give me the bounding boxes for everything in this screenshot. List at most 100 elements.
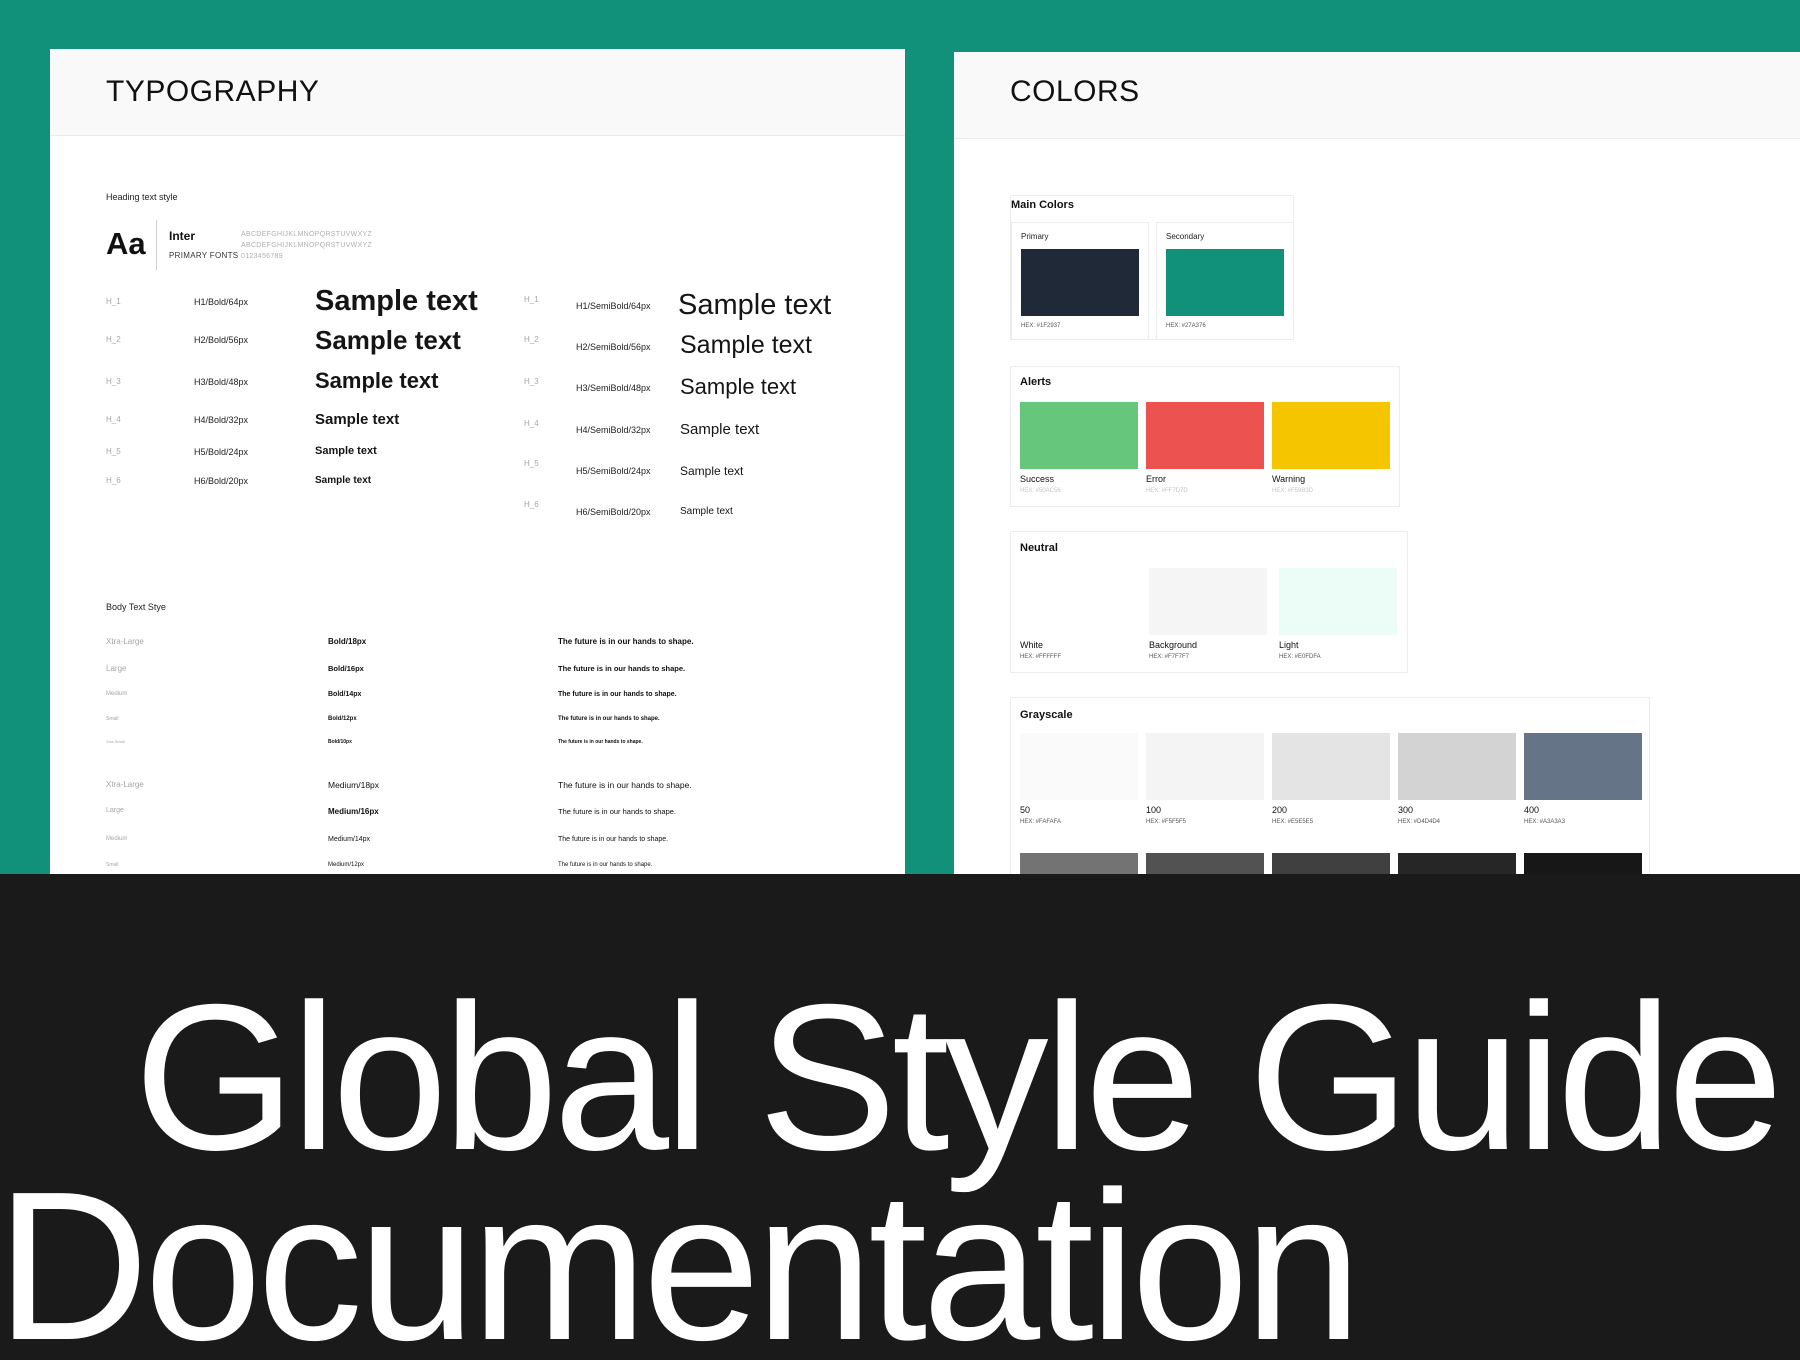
secondary-swatch — [1166, 249, 1284, 316]
heading-code: H_5 — [524, 459, 539, 468]
heading-spec: H2/Bold/56px — [194, 335, 249, 345]
heading-sample: Sample text — [680, 374, 797, 399]
swatch-hex: HEX: #F7F7F7 — [1149, 654, 1190, 660]
heading-spec: H5/Bold/24px — [194, 447, 249, 457]
heading-code: H_5 — [106, 447, 121, 456]
body-size: Small — [106, 862, 119, 868]
heading-section-label: Heading text style — [106, 192, 178, 202]
swatch-name: 200 — [1272, 805, 1288, 815]
colors-title: COLORS — [1010, 75, 1140, 108]
body-size: Xtra-Small — [106, 739, 125, 744]
primary-swatch — [1021, 249, 1139, 316]
heading-code: H_6 — [106, 476, 121, 485]
body-sample: The future is in our hands to shape. — [558, 691, 677, 698]
gray-700-swatch — [1272, 853, 1390, 874]
body-size: Medium — [106, 691, 128, 697]
typography-title: TYPOGRAPHY — [106, 75, 320, 108]
heading-sample: Sample text — [315, 445, 377, 457]
body-size: Xtra-Large — [106, 637, 144, 646]
heading-code: H_3 — [106, 377, 121, 386]
heading-spec: H4/Bold/32px — [194, 415, 249, 425]
heading-sample: Sample text — [315, 411, 400, 428]
heading-code: H_4 — [524, 419, 539, 428]
body-spec: Bold/18px — [328, 637, 367, 646]
heading-spec: H5/SemiBold/24px — [576, 466, 651, 476]
swatch-hex: HEX: #D4D4D4 — [1398, 819, 1441, 825]
heading-sample: Sample text — [680, 331, 813, 359]
swatch-hex: HEX: #F5F5F5 — [1146, 819, 1187, 825]
gray-600-swatch — [1146, 853, 1264, 874]
swatch-hex: HEX: #E5E5E5 — [1272, 819, 1314, 825]
heading-sample: Sample text — [680, 506, 733, 517]
banner-title-line2: Documentation — [0, 1147, 1362, 1360]
gray-50-swatch — [1020, 733, 1138, 800]
swatch-name: 300 — [1398, 805, 1414, 815]
alphabet-lower: ABCDEFGHIJKLMNOPQRSTUVWXYZ — [241, 242, 373, 249]
swatch-name: Error — [1146, 474, 1166, 484]
heading-code: H_1 — [106, 297, 121, 306]
body-sample: The future is in our hands to shape. — [558, 780, 692, 790]
gray-100-swatch — [1146, 733, 1264, 800]
body-spec: Bold/14px — [328, 691, 362, 698]
body-size: Large — [106, 664, 127, 673]
body-size: Large — [106, 807, 124, 814]
gray-800-swatch — [1398, 853, 1516, 874]
heading-sample: Sample text — [680, 421, 760, 438]
body-spec: Medium/12px — [328, 862, 365, 868]
body-sample: The future is in our hands to shape. — [558, 664, 686, 673]
main-colors-title: Main Colors — [1011, 199, 1074, 211]
primary-card: Primary HEX: #1F2937 — [1011, 222, 1149, 340]
body-spec: Bold/10px — [328, 739, 352, 745]
body-sample: The future is in our hands to shape. — [558, 836, 669, 843]
body-size: Small — [106, 716, 119, 722]
heading-spec: H1/Bold/64px — [194, 297, 249, 307]
heading-spec: H6/SemiBold/20px — [576, 507, 651, 517]
alerts-title: Alerts — [1020, 376, 1052, 388]
swatch-label: Primary — [1021, 232, 1049, 241]
heading-code: H_1 — [524, 295, 539, 304]
swatch-label: Secondary — [1166, 232, 1205, 241]
heading-code: H_2 — [106, 335, 121, 344]
swatch-hex: HEX: #E0FDFA — [1279, 654, 1321, 660]
heading-code: H_3 — [524, 377, 539, 386]
swatch-hex: HEX: #1F2937 — [1021, 323, 1061, 329]
body-spec: Medium/18px — [328, 780, 380, 790]
body-sample: The future is in our hands to shape. — [558, 807, 676, 816]
body-sample: The future is in our hands to shape. — [558, 637, 694, 646]
white-swatch — [1020, 568, 1138, 635]
heading-sample: Sample text — [315, 285, 478, 317]
body-spec: Bold/12px — [328, 716, 357, 722]
grayscale-group: Grayscale 50 HEX: #FAFAFA 100 HEX: #F5F5… — [1010, 697, 1650, 874]
heading-code: H_2 — [524, 335, 539, 344]
background-swatch — [1149, 568, 1267, 635]
secondary-card: Secondary HEX: #27A376 — [1156, 222, 1294, 340]
swatch-hex: HEX: #27A376 — [1166, 323, 1206, 329]
font-name: Inter — [169, 229, 196, 243]
swatch-hex: HEX: #FAFAFA — [1020, 819, 1062, 825]
swatch-hex: HEX: #FFFFFF — [1020, 654, 1061, 660]
colors-header: COLORS — [954, 52, 1800, 139]
digits: 0123456789 — [241, 253, 283, 260]
body-size: Xtra-Large — [106, 780, 144, 789]
body-spec: Medium/16px — [328, 807, 379, 816]
neutral-group: Neutral White HEX: #FFFFFF Background HE… — [1010, 531, 1408, 673]
body-section-label: Body Text Stye — [106, 602, 166, 612]
success-swatch — [1020, 402, 1138, 469]
swatch-hex: HEX: #FF7D7D — [1146, 488, 1188, 494]
gray-200-swatch — [1272, 733, 1390, 800]
swatch-hex: HEX: #A3A3A3 — [1524, 819, 1566, 825]
gray-300-swatch — [1398, 733, 1516, 800]
grayscale-title: Grayscale — [1020, 709, 1073, 721]
body-size: Medium — [106, 836, 128, 842]
title-banner: Global Style Guide Documentation — [0, 874, 1800, 1360]
gray-900-swatch — [1524, 853, 1642, 874]
heading-code: H_4 — [106, 415, 121, 424]
swatch-name: 50 — [1020, 805, 1031, 815]
heading-code: H_6 — [524, 500, 539, 509]
body-sample: The future is in our hands to shape. — [558, 716, 660, 722]
swatch-name: 400 — [1524, 805, 1540, 815]
main-colors-group: Main Colors Primary HEX: #1F2937 Seconda… — [1010, 195, 1294, 340]
gray-400-swatch — [1524, 733, 1642, 800]
swatch-name: Warning — [1272, 474, 1306, 484]
body-sample: The future is in our hands to shape. — [558, 739, 643, 745]
